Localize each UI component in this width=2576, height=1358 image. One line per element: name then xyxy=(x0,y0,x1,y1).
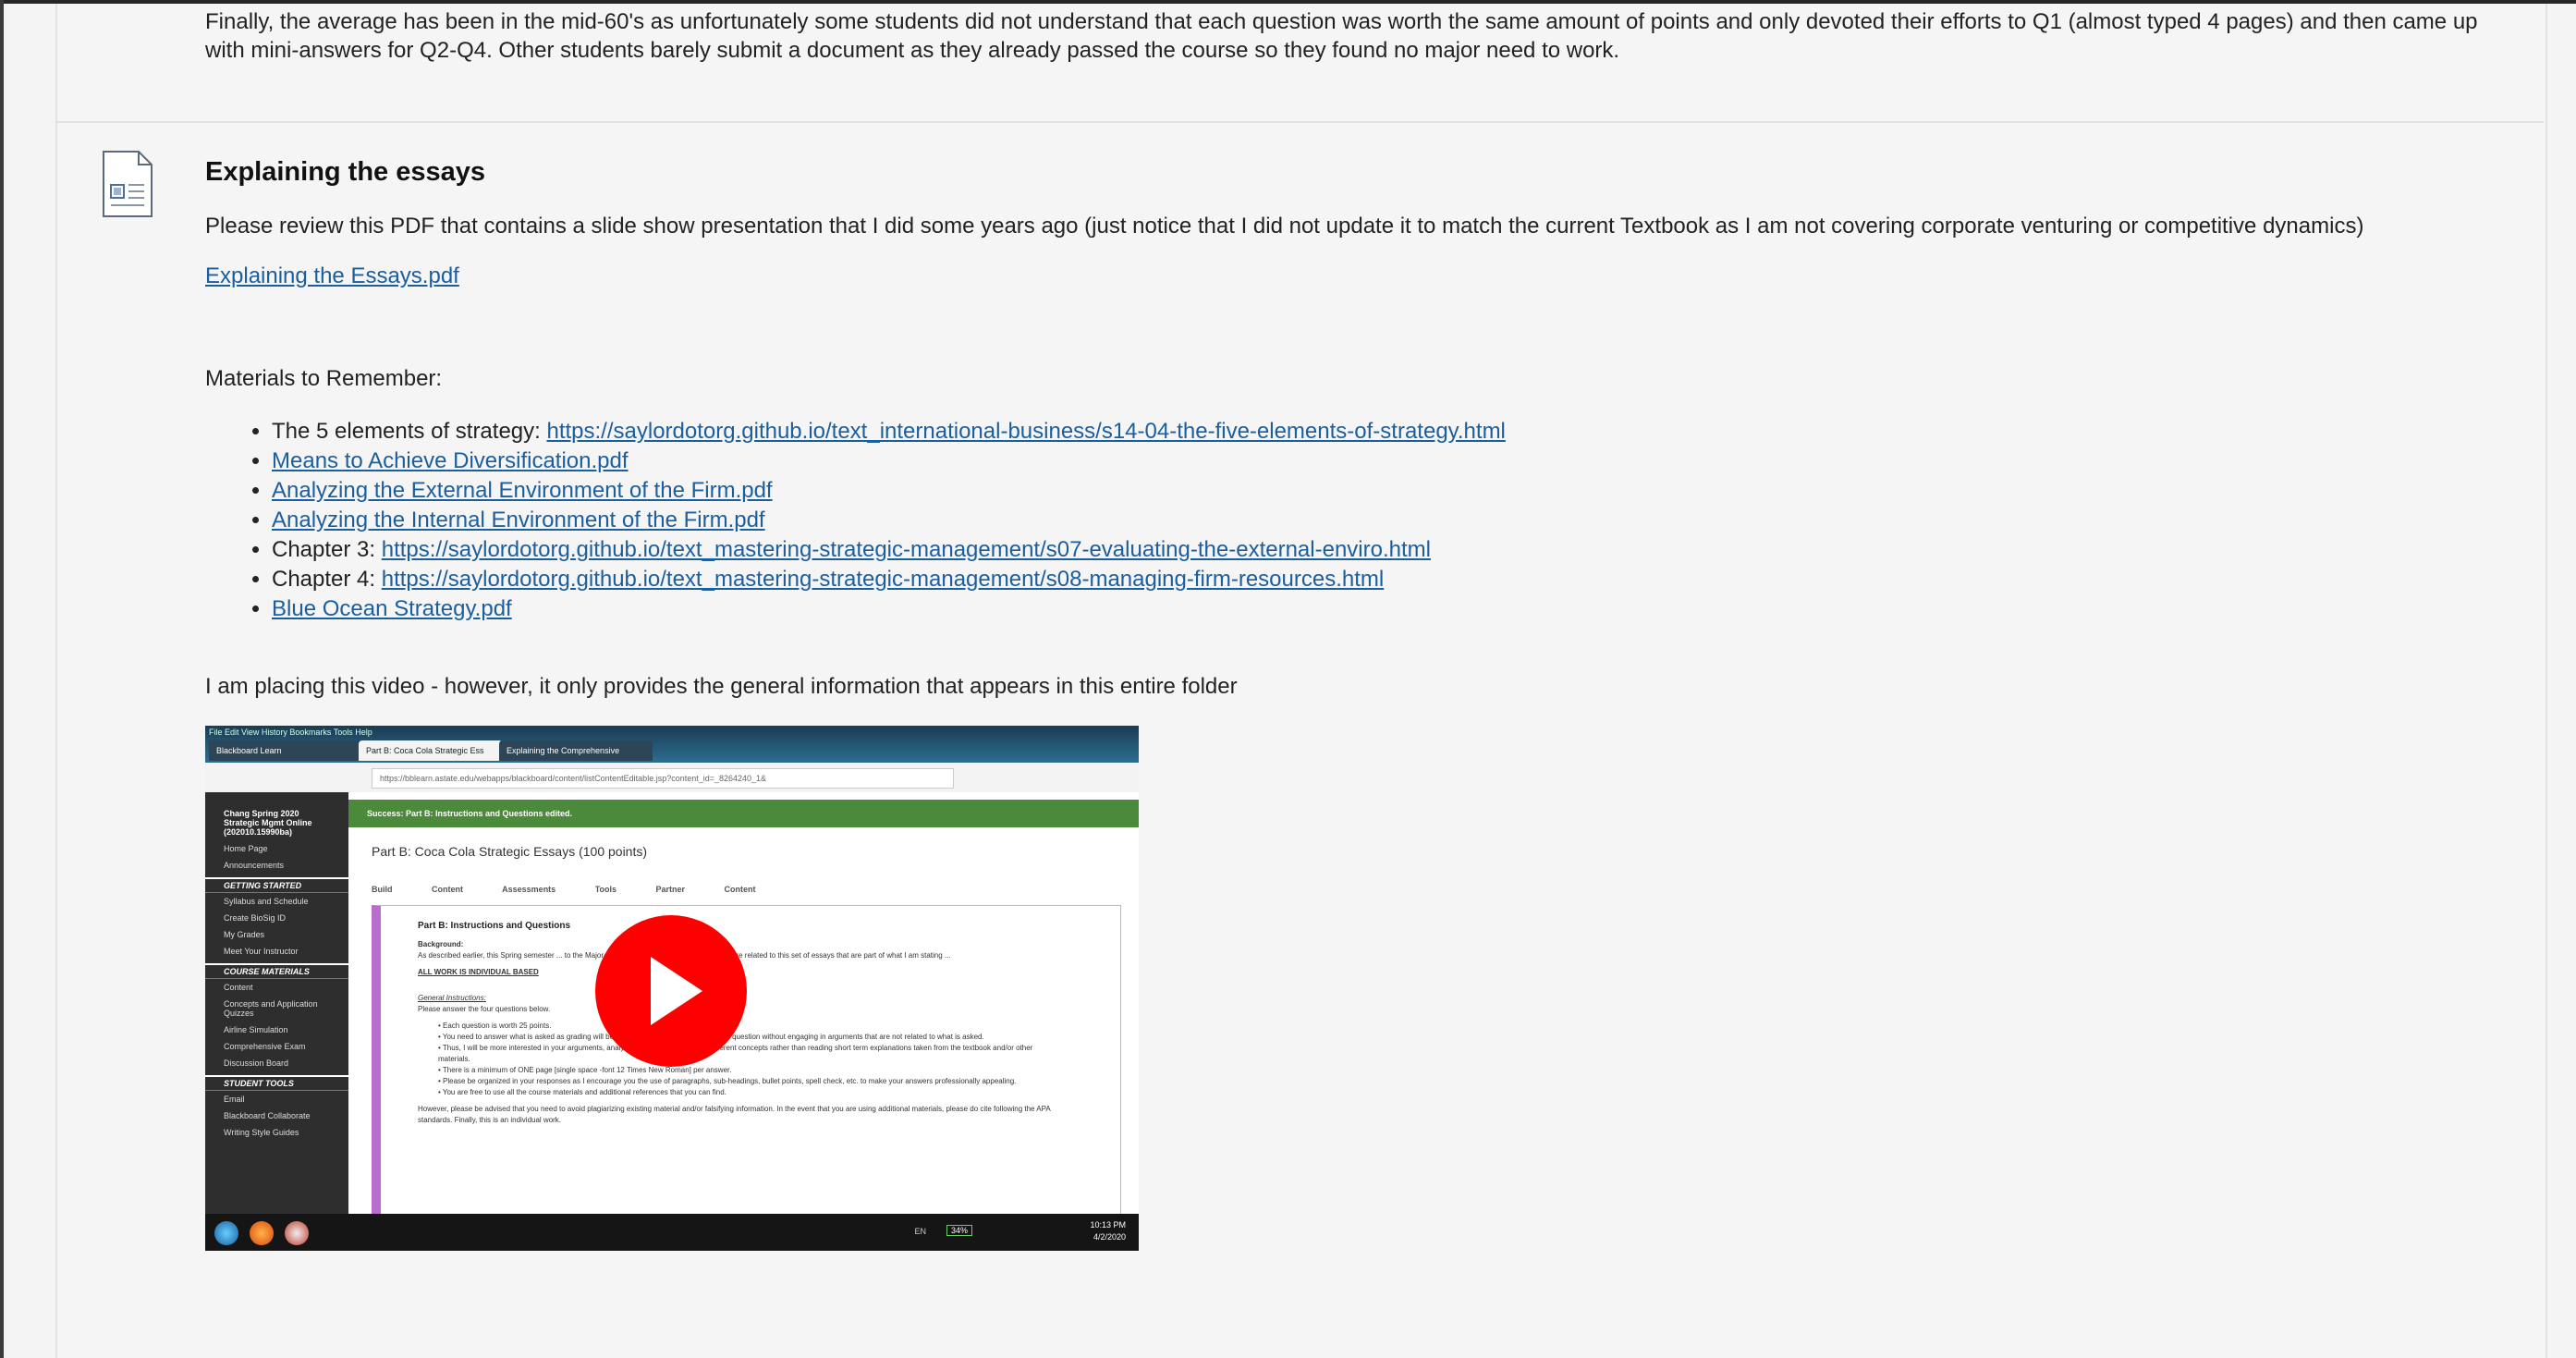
windows-start-icon xyxy=(214,1221,238,1245)
materials-heading: Materials to Remember: xyxy=(205,366,443,391)
video-sidebar-section: COURSE MATERIALS xyxy=(205,963,348,979)
diversification-pdf-link[interactable]: Means to Achieve Diversification.pdf xyxy=(272,448,629,473)
video-battery: 34% xyxy=(946,1225,972,1236)
firefox-icon xyxy=(250,1221,274,1245)
video-success-banner: Success: Part B: Instructions and Questi… xyxy=(348,800,1139,827)
video-sidebar-item: Concepts and Application Quizzes xyxy=(224,999,318,1018)
video-sidebar-section: GETTING STARTED xyxy=(205,877,348,893)
video-sidebar-item: Email xyxy=(224,1095,245,1104)
video-clock: 10:13 PM 4/2/2020 xyxy=(1090,1220,1126,1242)
video-sidebar-item: Create BioSig ID xyxy=(224,913,287,923)
embedded-video[interactable]: File Edit View History Bookmarks Tools H… xyxy=(205,726,1139,1251)
video-sidebar: Chang Spring 2020 Strategic Mgmt Online … xyxy=(205,792,348,1214)
video-url-bar: https://bblearn.astate.edu/webapps/black… xyxy=(205,763,1139,793)
video-sidebar-item: Comprehensive Exam xyxy=(224,1042,306,1051)
list-item: Means to Achieve Diversification.pdf xyxy=(272,447,1506,476)
five-elements-link[interactable]: https://saylordotorg.github.io/text_inte… xyxy=(546,419,1505,444)
video-tab-active: Part B: Coca Cola Strategic Ess xyxy=(359,740,503,761)
video-sidebar-section: STUDENT TOOLS xyxy=(205,1075,348,1091)
video-sidebar-item: Home Page xyxy=(224,844,268,853)
video-content-box: Part B: Instructions and Questions Backg… xyxy=(372,905,1121,1221)
video-note: I am placing this video - however, it on… xyxy=(205,674,1238,699)
video-lang: EN xyxy=(914,1227,926,1236)
list-item: Blue Ocean Strategy.pdf xyxy=(272,594,1506,624)
play-button-icon[interactable] xyxy=(595,915,747,1067)
internal-environment-pdf-link[interactable]: Analyzing the Internal Environment of th… xyxy=(272,508,765,532)
video-sidebar-item: Meet Your Instructor xyxy=(224,947,299,956)
chapter-3-link[interactable]: https://saylordotorg.github.io/text_mast… xyxy=(382,537,1431,562)
video-url: https://bblearn.astate.edu/webapps/black… xyxy=(372,768,954,789)
video-sidebar-item: Airline Simulation xyxy=(224,1025,288,1034)
list-item: Analyzing the Internal Environment of th… xyxy=(272,506,1506,535)
list-item: Analyzing the External Environment of th… xyxy=(272,476,1506,506)
item-title[interactable]: Explaining the essays xyxy=(205,157,485,188)
list-item: Chapter 4: https://saylordotorg.github.i… xyxy=(272,565,1506,594)
video-sidebar-item: Blackboard Collaborate xyxy=(224,1111,311,1120)
video-browser-titlebar: File Edit View History Bookmarks Tools H… xyxy=(205,726,1139,763)
video-sidebar-item: Content xyxy=(224,983,253,992)
video-course-name: Chang Spring 2020 Strategic Mgmt Online … xyxy=(224,809,312,837)
video-toolbar: Build Content Assessments Tools Partner … xyxy=(372,885,756,894)
video-page-title: Part B: Coca Cola Strategic Essays (100 … xyxy=(372,844,648,859)
document-icon xyxy=(103,151,153,217)
external-environment-pdf-link[interactable]: Analyzing the External Environment of th… xyxy=(272,478,773,503)
list-item: The 5 elements of strategy: https://sayl… xyxy=(272,417,1506,447)
item-description: Please review this PDF that contains a s… xyxy=(205,214,2364,239)
video-sidebar-item: Writing Style Guides xyxy=(224,1128,299,1137)
video-tab: Blackboard Learn xyxy=(209,740,362,761)
video-content-title: Part B: Instructions and Questions xyxy=(418,921,571,931)
blue-ocean-pdf-link[interactable]: Blue Ocean Strategy.pdf xyxy=(272,596,512,621)
video-taskbar: EN 34% 10:13 PM 4/2/2020 xyxy=(205,1214,1139,1251)
intro-paragraph: Finally, the average has been in the mid… xyxy=(205,9,2478,63)
left-border xyxy=(0,0,4,1358)
materials-list: The 5 elements of strategy: https://sayl… xyxy=(205,417,1506,624)
video-sidebar-item: My Grades xyxy=(224,930,265,939)
chrome-icon xyxy=(285,1221,309,1245)
explaining-essays-pdf-link[interactable]: Explaining the Essays.pdf xyxy=(205,263,459,289)
video-sidebar-item: Syllabus and Schedule xyxy=(224,897,309,906)
chapter-4-link[interactable]: https://saylordotorg.github.io/text_mast… xyxy=(382,567,1384,592)
video-sidebar-item: Announcements xyxy=(224,861,285,870)
video-menu: File Edit View History Bookmarks Tools H… xyxy=(209,728,372,737)
video-tab: Explaining the Comprehensive xyxy=(499,740,653,761)
video-sidebar-item: Discussion Board xyxy=(224,1058,289,1068)
list-item: Chapter 3: https://saylordotorg.github.i… xyxy=(272,535,1506,565)
item-separator xyxy=(55,121,2544,123)
